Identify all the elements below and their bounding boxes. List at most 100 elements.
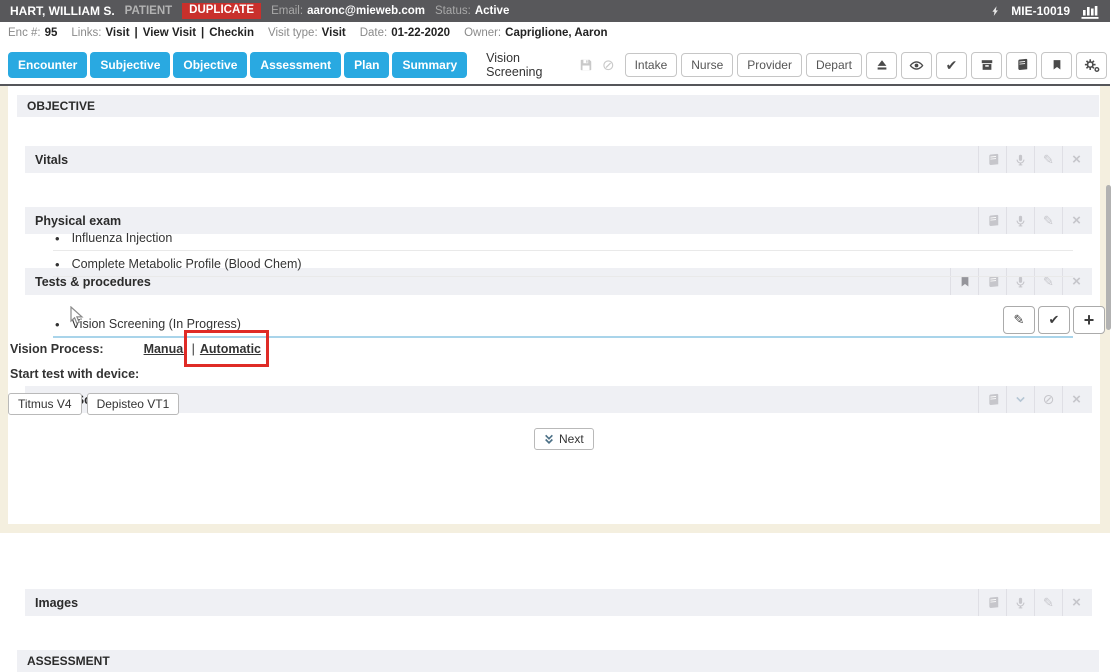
bolt-icon[interactable] bbox=[990, 4, 1001, 18]
owner-value: Capriglione, Aaron bbox=[505, 27, 607, 39]
list-item-influenza: • Influenza Injection bbox=[53, 226, 1073, 251]
circle-slash-icon[interactable]: ⊘ bbox=[1034, 386, 1062, 413]
section-assessment-title: ASSESSMENT bbox=[17, 654, 110, 668]
section-vitals[interactable]: Vitals ✎ × bbox=[25, 146, 1092, 173]
section-vitals-title: Vitals bbox=[25, 153, 68, 167]
email-value: aaronc@mieweb.com bbox=[307, 5, 425, 17]
next-button-wrap: Next bbox=[534, 428, 594, 451]
sign-off-button[interactable]: ✔ bbox=[936, 52, 967, 79]
email-label: Email: bbox=[271, 5, 303, 17]
section-objective[interactable]: OBJECTIVE bbox=[17, 95, 1099, 117]
device-button-row: Titmus V4 Depisteo VT1 bbox=[8, 393, 184, 415]
journal-icon[interactable] bbox=[978, 146, 1006, 173]
bullet: • bbox=[55, 317, 60, 332]
section-vision-screening[interactable]: Vision Screening ⊘ × bbox=[25, 386, 1092, 413]
stage-provider-button[interactable]: Provider bbox=[737, 53, 802, 77]
device-titmus-button[interactable]: Titmus V4 bbox=[8, 393, 82, 415]
section-images[interactable]: Images ✎ × bbox=[25, 589, 1092, 616]
save-icon[interactable] bbox=[579, 58, 593, 72]
enc-number-value: 95 bbox=[45, 27, 58, 39]
next-button[interactable]: Next bbox=[534, 428, 594, 450]
stage-nurse-button[interactable]: Nurse bbox=[681, 53, 733, 77]
bookmark-icon bbox=[1051, 58, 1063, 72]
status-label: Status: bbox=[435, 5, 471, 17]
add-button[interactable]: + bbox=[1073, 306, 1105, 334]
bar-chart-icon[interactable] bbox=[1080, 3, 1100, 20]
test-item-label[interactable]: Complete Metabolic Profile (Blood Chem) bbox=[72, 257, 302, 271]
microphone-icon[interactable] bbox=[1006, 589, 1034, 616]
microphone-icon[interactable] bbox=[1006, 146, 1034, 173]
link-visit[interactable]: Visit bbox=[105, 27, 129, 39]
pencil-icon[interactable]: ✎ bbox=[1034, 589, 1062, 616]
vision-process-label: Vision Process: bbox=[10, 342, 104, 356]
tab-plan[interactable]: Plan bbox=[344, 52, 389, 78]
vision-item-actions: ✎ ✔ + bbox=[1003, 306, 1105, 334]
plus-icon: + bbox=[1084, 311, 1095, 329]
vision-item-label[interactable]: Vision Screening (In Progress) bbox=[72, 317, 241, 331]
tab-subjective[interactable]: Subjective bbox=[90, 52, 170, 78]
edit-button[interactable]: ✎ bbox=[1003, 306, 1035, 334]
archive-button[interactable] bbox=[971, 52, 1002, 79]
documents-button[interactable] bbox=[1006, 52, 1037, 79]
visit-type-value: Visit bbox=[322, 27, 346, 39]
section-assessment[interactable]: ASSESSMENT bbox=[17, 650, 1099, 672]
pencil-icon: ✎ bbox=[1014, 312, 1025, 328]
patient-header-bar: HART, WILLIAM S. PATIENT DUPLICATE Email… bbox=[0, 0, 1110, 22]
close-icon[interactable]: × bbox=[1062, 589, 1090, 616]
eject-button[interactable] bbox=[866, 52, 897, 79]
link-view-visit[interactable]: View Visit bbox=[143, 27, 196, 39]
link-separator: | bbox=[201, 27, 204, 39]
tab-encounter[interactable]: Encounter bbox=[8, 52, 87, 78]
pencil-icon[interactable]: ✎ bbox=[1034, 146, 1062, 173]
close-icon[interactable]: × bbox=[1062, 146, 1090, 173]
system-id: MIE-10019 bbox=[1011, 4, 1070, 18]
next-button-label: Next bbox=[559, 432, 584, 446]
duplicate-badge: DUPLICATE bbox=[182, 3, 261, 19]
cancel-slash-icon[interactable]: ⊘ bbox=[602, 58, 615, 73]
chart-tab-label: Vision Screening bbox=[486, 51, 570, 79]
double-chevron-down-icon bbox=[544, 433, 554, 446]
bullet: • bbox=[55, 257, 60, 272]
manual-link[interactable]: Manual bbox=[144, 342, 187, 356]
archive-box-icon bbox=[980, 58, 994, 72]
section-images-title: Images bbox=[25, 596, 78, 610]
settings-button[interactable] bbox=[1076, 52, 1107, 79]
annotation-highlight-box bbox=[184, 330, 269, 367]
check-icon: ✔ bbox=[946, 57, 958, 74]
list-item-cmp: • Complete Metabolic Profile (Blood Chem… bbox=[53, 252, 1073, 277]
vertical-scrollbar-thumb[interactable] bbox=[1106, 185, 1111, 330]
patient-name: HART, WILLIAM S. bbox=[10, 4, 115, 18]
journal-icon[interactable] bbox=[978, 386, 1006, 413]
journal-icon[interactable] bbox=[978, 589, 1006, 616]
encounter-info-bar: Enc #: 95 Links: Visit | View Visit | Ch… bbox=[0, 22, 1110, 44]
enc-number-label: Enc #: bbox=[8, 27, 41, 39]
device-depisteo-button[interactable]: Depisteo VT1 bbox=[87, 393, 180, 415]
toolbar: Encounter Subjective Objective Assessmen… bbox=[0, 46, 1110, 84]
tab-summary[interactable]: Summary bbox=[392, 52, 467, 78]
owner-label: Owner: bbox=[464, 27, 501, 39]
date-value: 01-22-2020 bbox=[391, 27, 450, 39]
test-item-label[interactable]: Influenza Injection bbox=[72, 231, 173, 245]
complete-button[interactable]: ✔ bbox=[1038, 306, 1070, 334]
stage-depart-button[interactable]: Depart bbox=[806, 53, 862, 77]
current-chart-tab: Vision Screening ⊘ bbox=[476, 46, 624, 84]
tab-assessment[interactable]: Assessment bbox=[250, 52, 341, 78]
view-button[interactable] bbox=[901, 52, 932, 79]
eject-icon bbox=[875, 58, 889, 72]
eye-icon bbox=[908, 58, 925, 73]
link-checkin[interactable]: Checkin bbox=[209, 27, 254, 39]
status-value: Active bbox=[475, 5, 510, 17]
link-separator: | bbox=[135, 27, 138, 39]
check-icon: ✔ bbox=[1049, 312, 1060, 328]
journal-icon bbox=[1015, 58, 1029, 72]
chevron-down-icon[interactable] bbox=[1006, 386, 1034, 413]
date-label: Date: bbox=[360, 27, 388, 39]
close-icon[interactable]: × bbox=[1062, 386, 1090, 413]
section-objective-title: OBJECTIVE bbox=[17, 99, 95, 113]
stage-intake-button[interactable]: Intake bbox=[625, 53, 678, 77]
links-label: Links: bbox=[71, 27, 101, 39]
bookmark-button[interactable] bbox=[1041, 52, 1072, 79]
patient-role-label: PATIENT bbox=[125, 5, 173, 17]
bullet: • bbox=[55, 231, 60, 246]
tab-objective[interactable]: Objective bbox=[173, 52, 247, 78]
